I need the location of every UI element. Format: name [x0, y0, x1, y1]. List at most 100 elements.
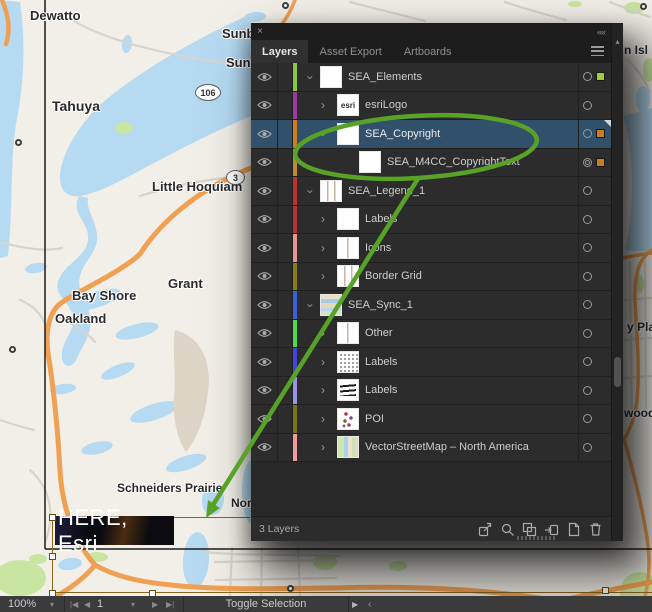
lock-cell[interactable] — [278, 149, 293, 177]
target-circle[interactable] — [583, 357, 592, 366]
visibility-eye-icon[interactable] — [251, 63, 278, 91]
layer-row-poi[interactable]: › POI — [251, 405, 611, 434]
lock-cell[interactable] — [278, 291, 293, 319]
artboard-number[interactable]: 1 — [97, 596, 103, 612]
layer-name[interactable]: Other — [365, 327, 393, 339]
layer-row-labels[interactable]: › Labels — [251, 348, 611, 377]
selection-color-chip[interactable] — [596, 158, 605, 167]
lock-cell[interactable] — [278, 63, 293, 91]
layer-name[interactable]: POI — [365, 413, 384, 425]
visibility-eye-icon[interactable] — [251, 348, 278, 376]
prev-artboard-icon[interactable]: ◀ — [84, 596, 90, 612]
expand-chevron-icon[interactable]: › — [318, 214, 328, 224]
status-flyout-icon[interactable]: ▶ — [352, 596, 358, 612]
layer-name[interactable]: Labels — [365, 384, 397, 396]
expand-chevron-icon[interactable]: › — [306, 72, 316, 82]
layer-thumbnail[interactable] — [337, 237, 359, 259]
lock-cell[interactable] — [278, 405, 293, 433]
visibility-eye-icon[interactable] — [251, 120, 278, 148]
panel-resize-handle[interactable] — [517, 536, 557, 540]
expand-chevron-icon[interactable]: › — [318, 271, 328, 281]
visibility-eye-icon[interactable] — [251, 291, 278, 319]
lock-cell[interactable] — [278, 263, 293, 291]
expand-chevron-icon[interactable]: › — [318, 100, 328, 110]
target-circle[interactable] — [583, 443, 592, 452]
visibility-eye-icon[interactable] — [251, 320, 278, 348]
target-circle[interactable] — [583, 158, 592, 167]
expand-chevron-icon[interactable]: › — [306, 300, 316, 310]
target-circle[interactable] — [583, 186, 592, 195]
lock-cell[interactable] — [278, 348, 293, 376]
layer-thumbnail[interactable] — [337, 123, 359, 145]
selection-handle[interactable] — [602, 587, 609, 594]
layer-name[interactable]: SEA_Copyright — [365, 128, 440, 140]
target-circle[interactable] — [583, 129, 592, 138]
scroll-thumb[interactable] — [614, 357, 621, 387]
copyright-text-object[interactable]: HERE, Esri — [55, 516, 174, 545]
layer-name[interactable]: Labels — [365, 213, 397, 225]
visibility-eye-icon[interactable] — [251, 377, 278, 405]
layer-row-other[interactable]: › Other — [251, 320, 611, 349]
layer-name[interactable]: esriLogo — [365, 99, 407, 111]
layer-thumbnail[interactable] — [337, 436, 359, 458]
layer-row-sea-m4cc-copyrighttext[interactable]: SEA_M4CC_CopyrightText — [251, 149, 611, 178]
layer-thumbnail[interactable] — [320, 294, 342, 316]
target-circle[interactable] — [583, 215, 592, 224]
layer-thumbnail[interactable]: esri — [337, 94, 359, 116]
status-display[interactable]: Toggle Selection — [184, 596, 348, 612]
layer-name[interactable]: VectorStreetMap – North America — [365, 441, 529, 453]
selection-handle[interactable] — [49, 514, 56, 521]
expand-chevron-icon[interactable]: › — [318, 385, 328, 395]
lock-cell[interactable] — [278, 234, 293, 262]
collect-export-icon[interactable] — [478, 522, 493, 537]
panel-titlebar[interactable]: × «« — [251, 23, 611, 40]
layer-thumbnail[interactable] — [337, 208, 359, 230]
layer-thumbnail[interactable] — [320, 66, 342, 88]
first-artboard-icon[interactable]: |◀ — [70, 596, 78, 612]
lock-cell[interactable] — [278, 92, 293, 120]
zoom-dropdown-icon[interactable]: ▾ — [50, 596, 54, 612]
lock-cell[interactable] — [278, 206, 293, 234]
visibility-eye-icon[interactable] — [251, 206, 278, 234]
target-circle[interactable] — [583, 101, 592, 110]
panel-menu-icon[interactable] — [591, 46, 604, 56]
layer-name[interactable]: SEA_Sync_1 — [348, 299, 413, 311]
target-circle[interactable] — [583, 243, 592, 252]
collapse-panel-icon[interactable]: «« — [597, 27, 605, 37]
layer-name[interactable]: Icons — [365, 242, 391, 254]
layer-row-sea-elements[interactable]: ›SEA_Elements — [251, 63, 611, 92]
delete-layer-icon[interactable] — [588, 522, 603, 537]
layer-thumbnail[interactable] — [337, 379, 359, 401]
layer-row-esrilogo[interactable]: › esri esriLogo — [251, 92, 611, 121]
layer-row-sea-copyright[interactable]: ›SEA_Copyright — [251, 120, 611, 149]
artboard-dropdown-icon[interactable]: ▾ — [131, 596, 135, 612]
tab-asset-export[interactable]: Asset Export — [308, 40, 392, 63]
target-circle[interactable] — [583, 272, 592, 281]
layer-name[interactable]: Labels — [365, 356, 397, 368]
lock-cell[interactable] — [278, 320, 293, 348]
panel-scrollbar[interactable]: ▴ — [611, 23, 623, 541]
expand-chevron-icon[interactable]: › — [318, 328, 328, 338]
expand-chevron-icon[interactable]: › — [306, 186, 316, 196]
selection-color-chip[interactable] — [596, 129, 605, 138]
target-circle[interactable] — [583, 72, 592, 81]
layer-row-icons[interactable]: ›Icons — [251, 234, 611, 263]
locate-object-icon[interactable] — [500, 522, 515, 537]
target-circle[interactable] — [583, 386, 592, 395]
make-clipping-mask-icon[interactable] — [522, 522, 537, 537]
expand-chevron-icon[interactable]: › — [318, 442, 328, 452]
layer-thumbnail[interactable] — [337, 322, 359, 344]
layer-name[interactable]: Border Grid — [365, 270, 422, 282]
last-artboard-icon[interactable]: ▶| — [166, 596, 174, 612]
layer-row-border-grid[interactable]: › Border Grid — [251, 263, 611, 292]
lock-cell[interactable] — [278, 434, 293, 462]
layer-row-sea-legend-1[interactable]: › SEA_Legend_1 — [251, 177, 611, 206]
expand-chevron-icon[interactable]: › — [318, 357, 328, 367]
layer-row-labels[interactable]: › Labels — [251, 377, 611, 406]
layer-row-sea-sync-1[interactable]: › SEA_Sync_1 — [251, 291, 611, 320]
layer-name[interactable]: SEA_Legend_1 — [348, 185, 425, 197]
new-sublayer-icon[interactable] — [544, 522, 559, 537]
expand-chevron-icon[interactable]: › — [318, 414, 328, 424]
layer-name[interactable]: SEA_M4CC_CopyrightText — [387, 156, 520, 168]
tab-artboards[interactable]: Artboards — [393, 40, 463, 63]
